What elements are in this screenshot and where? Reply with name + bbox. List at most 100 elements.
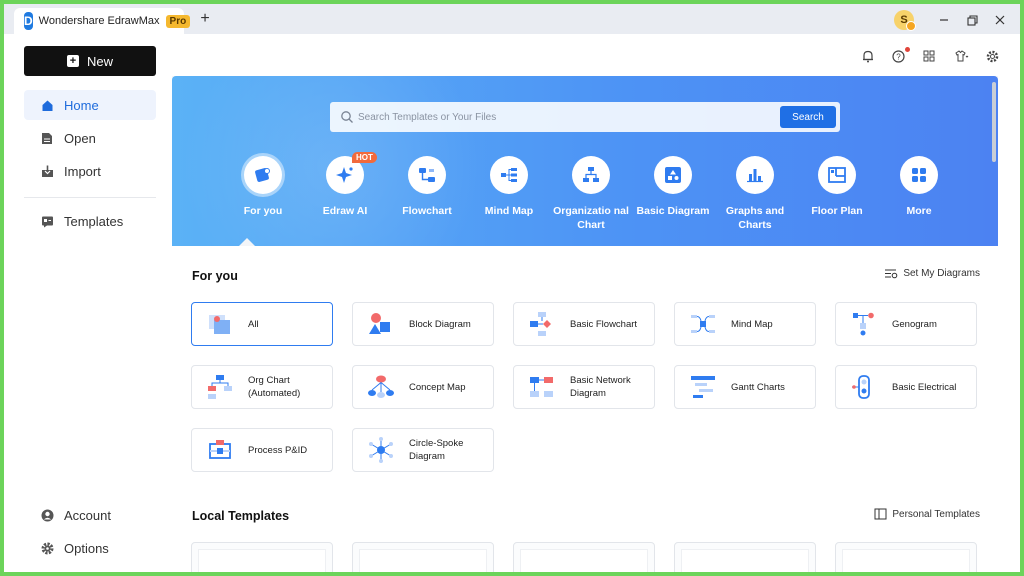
category-for-you[interactable]: For you	[222, 156, 304, 218]
category-label: Organizatio nal Chart	[553, 205, 629, 231]
personal-templates-icon	[874, 508, 887, 520]
card-label: All	[248, 318, 259, 330]
network-diagram-icon	[530, 377, 553, 397]
template-thumbnail[interactable]	[835, 542, 977, 572]
sidebar-item-label: Account	[64, 507, 111, 523]
restore-icon[interactable]	[960, 11, 984, 29]
category-label: Basic Diagram	[636, 205, 710, 217]
sidebar-divider	[24, 197, 156, 198]
home-icon	[40, 98, 54, 112]
template-thumbnail[interactable]	[191, 542, 333, 572]
block-diagram-icon	[369, 313, 390, 334]
diagram-card-all[interactable]: All	[191, 302, 333, 346]
help-icon[interactable]: ?	[886, 46, 910, 66]
import-icon	[40, 164, 54, 178]
diagram-card-circle-spoke[interactable]: Circle-Spoke Diagram	[352, 428, 494, 472]
template-thumbnail[interactable]	[513, 542, 655, 572]
card-label: Concept Map	[409, 381, 466, 393]
category-org-chart[interactable]: Organizatio nal Chart	[550, 156, 632, 232]
hot-badge: HOT	[352, 152, 377, 163]
category-mind-map[interactable]: Mind Map	[468, 156, 550, 218]
card-label: Block Diagram	[409, 318, 471, 330]
set-my-diagrams-link[interactable]: Set My Diagrams	[884, 268, 980, 279]
diagram-card-org-chart[interactable]: Org Chart (Automated)	[191, 365, 333, 409]
new-tab-button[interactable]: +	[196, 10, 214, 28]
sidebar-item-open[interactable]: Open	[24, 123, 156, 153]
category-edraw-ai[interactable]: HOT Edraw AI	[304, 152, 386, 218]
app-tab[interactable]: D Wondershare EdrawMax Pro	[14, 8, 191, 34]
search-bar: Search	[330, 102, 840, 132]
sidebar-item-label: Templates	[64, 213, 124, 229]
template-preview	[681, 549, 809, 572]
gear-icon	[40, 541, 54, 555]
diagram-card-basic-network[interactable]: Basic Network Diagram	[513, 365, 655, 409]
personal-templates-link[interactable]: Personal Templates	[874, 508, 980, 520]
local-templates-title: Local Templates	[192, 509, 290, 523]
card-label: Basic Network Diagram	[570, 375, 631, 399]
sidebar-item-templates[interactable]: Templates	[24, 206, 156, 236]
category-floor-plan[interactable]: Floor Plan	[796, 156, 878, 218]
template-thumbnail[interactable]	[352, 542, 494, 572]
search-icon	[341, 111, 353, 123]
sidebar-item-account[interactable]: Account	[24, 500, 156, 530]
category-label: Flowchart	[402, 205, 452, 217]
diagram-card-basic-flowchart[interactable]: Basic Flowchart	[513, 302, 655, 346]
scrollbar[interactable]	[992, 82, 996, 162]
sidebar-item-label: Options	[64, 540, 109, 556]
all-diagrams-icon	[209, 315, 230, 334]
sidebar-item-options[interactable]: Options	[24, 533, 156, 563]
diagram-card-process-pid[interactable]: Process P&ID	[191, 428, 333, 472]
settings-gear-icon[interactable]	[982, 46, 1002, 66]
card-label: Process P&ID	[248, 444, 308, 456]
category-label: Floor Plan	[811, 205, 863, 217]
card-label: Org Chart (Automated)	[248, 375, 301, 399]
templates-icon	[40, 214, 54, 228]
search-button[interactable]: Search	[780, 106, 836, 128]
category-label: Mind Map	[484, 205, 534, 217]
edrawmax-logo-icon: D	[24, 12, 33, 30]
flowchart-icon	[408, 156, 446, 194]
card-label: Genogram	[892, 318, 937, 330]
settings-list-icon	[884, 268, 898, 279]
sidebar-item-home[interactable]: Home	[24, 90, 156, 120]
category-flowchart[interactable]: Flowchart	[386, 156, 468, 218]
hero-banner: Search For you HOT Edraw AI	[172, 76, 998, 246]
template-thumbnail[interactable]	[674, 542, 816, 572]
basic-flowchart-icon	[530, 312, 551, 336]
sidebar-item-import[interactable]: Import	[24, 156, 156, 186]
new-button[interactable]: + New	[24, 46, 156, 76]
sidebar-item-label: Import	[64, 163, 101, 179]
svg-text:?: ?	[896, 52, 901, 61]
window-controls: S	[894, 10, 1012, 31]
diagram-card-basic-electrical[interactable]: Basic Electrical	[835, 365, 977, 409]
close-icon[interactable]	[988, 11, 1012, 29]
mind-map-card-icon	[691, 315, 715, 333]
minimize-icon[interactable]	[932, 11, 956, 29]
diagram-card-mind-map[interactable]: Mind Map	[674, 302, 816, 346]
card-label: Gantt Charts	[731, 381, 785, 393]
pro-badge: Pro	[165, 14, 191, 28]
category-label: For you	[243, 205, 283, 217]
mind-map-icon	[490, 156, 528, 194]
category-bar: For you HOT Edraw AI Flowchart Mind Map …	[222, 152, 962, 246]
diagram-card-concept-map[interactable]: Concept Map	[352, 365, 494, 409]
diagram-card-block-diagram[interactable]: Block Diagram	[352, 302, 494, 346]
circle-spoke-icon	[369, 437, 393, 463]
category-graphs-charts[interactable]: Graphs and Charts	[714, 156, 796, 232]
template-preview	[359, 549, 487, 572]
diagram-card-gantt-charts[interactable]: Gantt Charts	[674, 365, 816, 409]
for-you-icon	[244, 156, 282, 194]
diagram-card-genogram[interactable]: Genogram	[835, 302, 977, 346]
top-toolbar: ?	[850, 46, 1002, 66]
search-input[interactable]	[358, 102, 768, 132]
bell-icon[interactable]	[858, 46, 878, 66]
apps-grid-icon[interactable]	[918, 46, 942, 66]
category-more[interactable]: More	[878, 156, 960, 218]
theme-shirt-icon[interactable]	[950, 46, 974, 66]
more-grid-icon	[900, 156, 938, 194]
user-avatar[interactable]: S	[894, 10, 916, 31]
genogram-icon	[853, 312, 874, 336]
for-you-title: For you	[192, 269, 238, 283]
category-basic-diagram[interactable]: Basic Diagram	[632, 156, 714, 218]
category-label: More	[906, 205, 932, 217]
